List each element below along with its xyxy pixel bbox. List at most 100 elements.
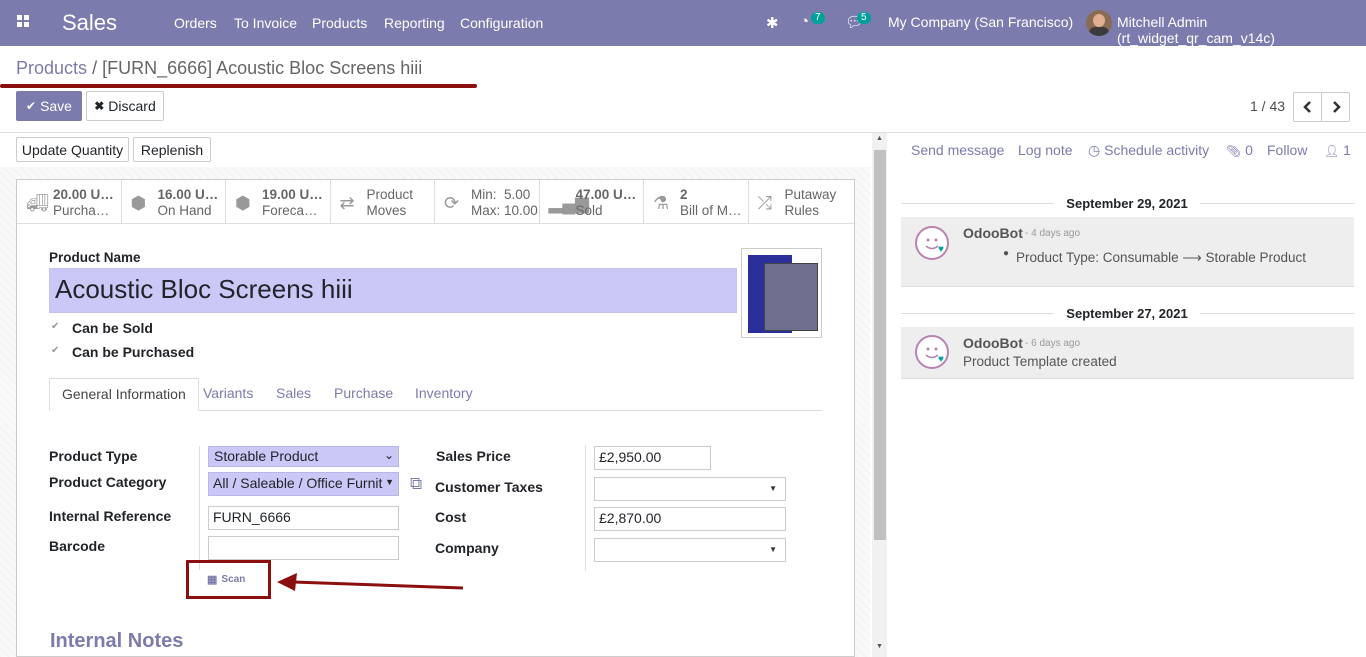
smart-button-forecasted[interactable]: ⬢ 19.00 Units Forecasted [226,180,331,224]
smart-button-value: 2 [680,187,688,202]
nav-menu-to-invoice[interactable]: To Invoice [234,15,297,31]
can-be-sold-checkbox[interactable]: ✔ [51,321,63,333]
chatter-panel: Send message Log note ◷ Schedule activit… [888,133,1366,657]
attachments-button[interactable]: 📎︎ 0 [1226,142,1253,158]
smart-button-label: Sold [575,203,603,218]
smart-button-product-moves[interactable]: ⇄ Product Moves [331,180,435,224]
follow-button[interactable]: Follow [1267,142,1307,158]
date-separator: September 29, 2021 [888,196,1366,211]
tab-purchase[interactable]: Purchase [334,378,393,411]
pager-previous-button[interactable] [1293,92,1322,122]
pager-next-button[interactable] [1321,92,1350,122]
date-separator: September 27, 2021 [888,306,1366,321]
exchange-icon: ⇄ [339,193,355,213]
product-name-input[interactable]: Acoustic Bloc Screens hiii [49,268,737,313]
message-date: - 6 days ago [1025,338,1081,349]
product-type-select[interactable]: Storable Product ⌄ [208,446,399,467]
external-link-icon[interactable]: ⧉ [410,474,422,494]
apps-menu-icon[interactable] [17,15,29,27]
paperclip-icon: 📎︎ [1226,144,1242,158]
tab-general-information[interactable]: General Information [49,378,199,411]
tab-variants[interactable]: Variants [203,378,253,411]
scan-highlight-box [186,560,271,599]
nav-menu-configuration[interactable]: Configuration [460,15,543,31]
product-category-select[interactable]: All / Saleable / Office Furniture ▼ [208,472,399,496]
smart-button-reordering-rules[interactable]: ⟳ Min: 5.00 Max: 10.00 [435,180,540,224]
chevron-left-icon [1302,101,1311,113]
message-author[interactable]: OdooBot [963,225,1023,241]
message-tracking-value: Product Type: Consumable ⟶ Storable Prod… [1016,250,1307,265]
scroll-up-arrow-icon[interactable]: ▲ [876,135,883,142]
discard-label: Discard [108,98,156,114]
annotation-arrow [277,573,464,591]
schedule-activity-button[interactable]: ◷ Schedule activity [1088,142,1209,159]
smart-button-label: Forecasted [262,203,324,218]
internal-notes-heading: Internal Notes [50,630,184,652]
form-sheet: 🚚︎ 20.00 Units Purchased ⬢ 16.00 Units O… [16,179,855,657]
activity-clock-icon[interactable]: ◔ [800,13,809,30]
company-switcher[interactable]: My Company (San Francisco) [888,14,1073,30]
smart-button-on-hand[interactable]: ⬢ 16.00 Units On Hand [122,180,226,224]
app-brand[interactable]: Sales [62,10,117,36]
company-input[interactable]: ▼ [594,538,786,562]
replenish-button[interactable]: Replenish [133,137,211,162]
smart-button-label: Product [366,187,414,202]
cost-input[interactable]: £2,870.00 [594,507,786,531]
message-body: Product Template created [963,354,1117,369]
cubes-icon: ⬢ [235,193,251,213]
nav-menu-orders[interactable]: Orders [174,15,217,31]
debug-bug-icon[interactable]: ✱ [766,14,779,32]
online-status-heart-icon: ♥ [938,244,944,255]
smart-button-bill-of-materials[interactable]: ⚗ 2 Bill of Materials [644,180,749,224]
caret-down-icon: ▼ [769,484,777,493]
discard-button[interactable]: ✖ Discard [86,91,164,121]
smart-button-max: Max: 10.00 [471,203,538,218]
product-type-value: Storable Product [214,448,319,464]
save-button[interactable]: ✔ Save [16,91,82,121]
log-note-button[interactable]: Log note [1018,142,1073,158]
user-icon: 👤︎ [1324,144,1340,158]
smart-button-putaway-rules[interactable]: ⤮ Putaway Rules [749,180,854,224]
send-message-button[interactable]: Send message [911,142,1004,158]
caret-down-icon: ▼ [385,477,394,487]
breadcrumb: Products / [FURN_6666] Acoustic Bloc Scr… [16,58,422,79]
can-be-purchased-checkbox[interactable]: ✔ [51,345,63,357]
nav-menu-products[interactable]: Products [312,15,367,31]
pager-value[interactable]: 1 / 43 [1250,98,1285,114]
chevron-right-icon [1332,101,1341,113]
product-image[interactable] [741,248,822,338]
sales-price-input[interactable]: £2,950.00 [594,446,711,470]
followers-button[interactable]: 👤︎ 1 [1324,142,1351,158]
date-text: September 29, 2021 [1054,196,1200,211]
can-be-purchased-label: Can be Purchased [72,344,195,360]
flask-icon: ⚗ [653,193,670,213]
highlight-underline [0,84,477,88]
barcode-input[interactable] [208,536,399,560]
customer-taxes-input[interactable]: ▼ [594,477,786,501]
tab-sales[interactable]: Sales [276,378,311,411]
chatter-message: ♥ OdooBot - 6 days ago Product Template … [901,327,1354,379]
nav-menu-reporting[interactable]: Reporting [384,15,445,31]
update-quantity-button[interactable]: Update Quantity [16,137,129,162]
check-icon: ✔ [26,99,37,113]
product-category-value: All / Saleable / Office Furniture [213,475,383,491]
smart-button-purchased[interactable]: 🚚︎ 20.00 Units Purchased [17,180,122,224]
top-navbar: Sales Orders To Invoice Products Reporti… [0,0,1366,46]
smart-button-label: Bill of Materials [680,203,742,218]
smart-button-box: 🚚︎ 20.00 Units Purchased ⬢ 16.00 Units O… [17,180,854,224]
breadcrumb-products-link[interactable]: Products [16,58,87,78]
sales-price-label: Sales Price [436,448,511,464]
column-divider [585,446,586,570]
form-scrollbar-thumb[interactable] [874,150,886,540]
activity-count-badge: 7 [811,12,825,24]
chevron-down-icon: ⌄ [383,448,394,462]
user-avatar[interactable] [1086,10,1112,36]
user-menu[interactable]: Mitchell Admin (rt_widget_qr_cam_v14c) [1117,14,1366,46]
smart-button-sold[interactable]: ▂▄▆ 47.00 Units Sold [540,180,644,224]
message-author[interactable]: OdooBot [963,335,1023,351]
can-be-sold-label: Can be Sold [72,320,153,336]
scroll-down-arrow-icon[interactable]: ▼ [876,643,883,650]
internal-reference-input[interactable]: FURN_6666 [208,506,399,530]
tab-inventory[interactable]: Inventory [415,378,473,411]
company-label: Company [435,540,499,556]
